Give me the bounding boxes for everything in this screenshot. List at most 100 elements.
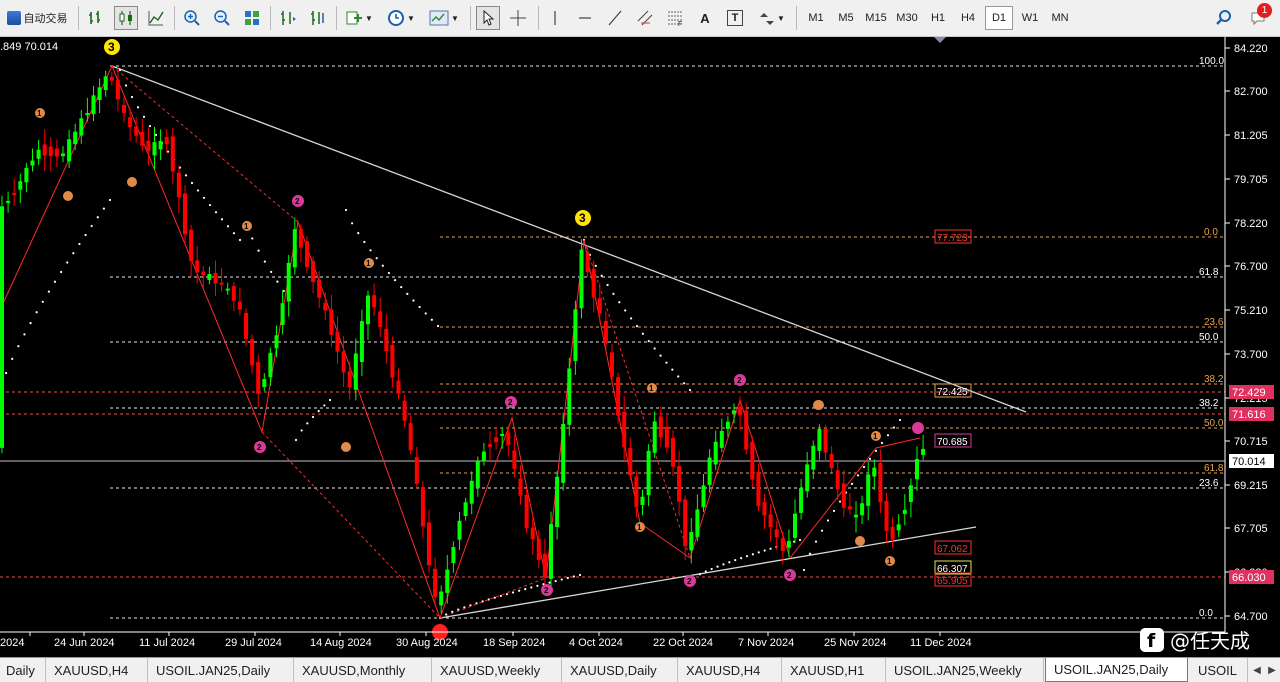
fibonacci-button[interactable]: F [664, 6, 686, 30]
candle-body [414, 457, 419, 484]
auto-scroll-button[interactable] [276, 6, 300, 30]
candle-body [811, 445, 816, 470]
candle-body [67, 139, 72, 162]
sar-dot [665, 361, 668, 364]
sar-dot [653, 347, 656, 350]
candle-body [359, 321, 364, 362]
clock-icon [388, 10, 405, 26]
fib-label: 23.6 [1199, 478, 1219, 489]
timeframe-mn[interactable]: MN [1046, 6, 1074, 30]
candle-body [164, 136, 169, 145]
tile-windows-button[interactable] [240, 6, 264, 30]
fib-label: 61.8 [1204, 463, 1224, 474]
horizontal-line-button[interactable] [574, 6, 596, 30]
periodicity-button[interactable]: ▼ [384, 6, 418, 30]
candle-body [768, 514, 773, 528]
date-label: 22 Oct 2024 [653, 637, 713, 649]
wave-label-circle [127, 177, 137, 187]
timeframe-m1[interactable]: M1 [802, 6, 830, 30]
tab-chart-6[interactable]: XAUUSD,H4 [678, 658, 782, 682]
indicators-button[interactable]: ▼ [342, 6, 376, 30]
fib-label: 100.0 [1199, 56, 1224, 67]
dropdown-arrow-icon: ▼ [451, 13, 459, 23]
sar-dot [606, 283, 609, 287]
timeframe-m30[interactable]: M30 [893, 6, 921, 30]
tab-chart-10[interactable]: USOIL [1190, 658, 1248, 682]
bar-chart-button[interactable] [84, 6, 108, 30]
candle-body [567, 368, 572, 425]
sar-dot [418, 305, 421, 309]
zoom-in-button[interactable] [180, 6, 204, 30]
vertical-line-button[interactable] [544, 6, 566, 30]
candle-body [555, 476, 560, 527]
candle-body [658, 416, 663, 438]
text-tool-button[interactable]: A [694, 6, 716, 30]
price-label: 70.715 [1234, 436, 1268, 448]
channel-button[interactable] [634, 6, 656, 30]
tab-chart-5[interactable]: XAUUSD,Daily [562, 658, 678, 682]
line-chart-button[interactable] [144, 6, 168, 30]
candle-body [73, 131, 78, 144]
candle-body [109, 76, 114, 81]
sar-dot [630, 317, 633, 320]
timeframe-h1[interactable]: H1 [924, 6, 952, 30]
candle-body [335, 331, 340, 352]
trendline-button[interactable] [604, 6, 626, 30]
timeframe-m5[interactable]: M5 [832, 6, 860, 30]
candle-body [140, 131, 145, 146]
notifications-button[interactable]: 1 [1244, 3, 1274, 30]
tab-scroll-right-icon[interactable]: ▶ [1265, 662, 1279, 678]
candle-body [841, 483, 846, 508]
arrows-button[interactable]: ▼ [754, 6, 788, 30]
tab-scroll-left-icon[interactable]: ◀ [1250, 662, 1264, 678]
tab-chart-8[interactable]: USOIL.JAN25,Weekly [886, 658, 1044, 682]
candle-body [384, 328, 389, 352]
timeframe-m15[interactable]: M15 [862, 6, 890, 30]
candle-body [244, 312, 248, 339]
sar-dot [406, 292, 409, 295]
candle-body [91, 95, 96, 115]
price-chart[interactable]: 100.0 61.8 50.0 38.2 23.6 0.0 0.0 23.6 38.2 50.0 6… [0, 37, 1280, 657]
candle-body [439, 591, 444, 606]
tab-chart-1[interactable]: XAUUSD,H4 [46, 658, 148, 682]
timeframe-h4[interactable]: H4 [954, 6, 982, 30]
tab-chart-4[interactable]: XAUUSD,Weekly [432, 658, 562, 682]
tab-chart-2[interactable]: USOIL.JAN25,Daily [148, 658, 294, 682]
sar-dot [683, 382, 686, 385]
vertical-line-icon [554, 11, 556, 25]
templates-button[interactable]: ▼ [426, 6, 462, 30]
sar-dot [698, 573, 701, 576]
sar-dot [393, 279, 397, 282]
zoom-out-button[interactable] [210, 6, 234, 30]
sar-dot [387, 271, 391, 275]
sar-dot [524, 587, 527, 591]
price-label: 69.215 [1234, 480, 1268, 492]
date-label: 30 Aug 2024 [396, 637, 458, 649]
cursor-button[interactable] [476, 6, 500, 30]
tab-chart-0[interactable]: Daily [0, 658, 46, 682]
candle-body [237, 301, 242, 310]
auto-trading-button[interactable]: 自动交易 [2, 6, 72, 30]
tab-chart-active[interactable]: USOIL.JAN25,Daily [1045, 658, 1188, 682]
candlestick-button[interactable] [114, 6, 138, 30]
candle-body [805, 464, 810, 492]
text-label-button[interactable]: T [724, 6, 746, 30]
timeframe-w1[interactable]: W1 [1016, 6, 1044, 30]
sar-dot [635, 325, 639, 328]
chart-shift-button[interactable] [306, 6, 330, 30]
crosshair-button[interactable] [506, 6, 530, 30]
fibonacci-icon: F [668, 11, 682, 27]
candle-body [262, 379, 267, 388]
candle-body [469, 480, 474, 504]
annotation-box-label: 77.723 [937, 233, 968, 244]
tab-chart-7[interactable]: XAUUSD,H1 [782, 658, 886, 682]
candle-body [872, 467, 877, 477]
tab-chart-3[interactable]: XAUUSD,Monthly [294, 658, 432, 682]
candle-body [774, 529, 779, 538]
candle-body [530, 527, 535, 540]
search-button[interactable] [1212, 6, 1236, 30]
sar-dot [35, 311, 38, 314]
timeframe-d1[interactable]: D1 [985, 6, 1013, 30]
candle-body [847, 506, 852, 510]
candle-body [738, 406, 743, 416]
